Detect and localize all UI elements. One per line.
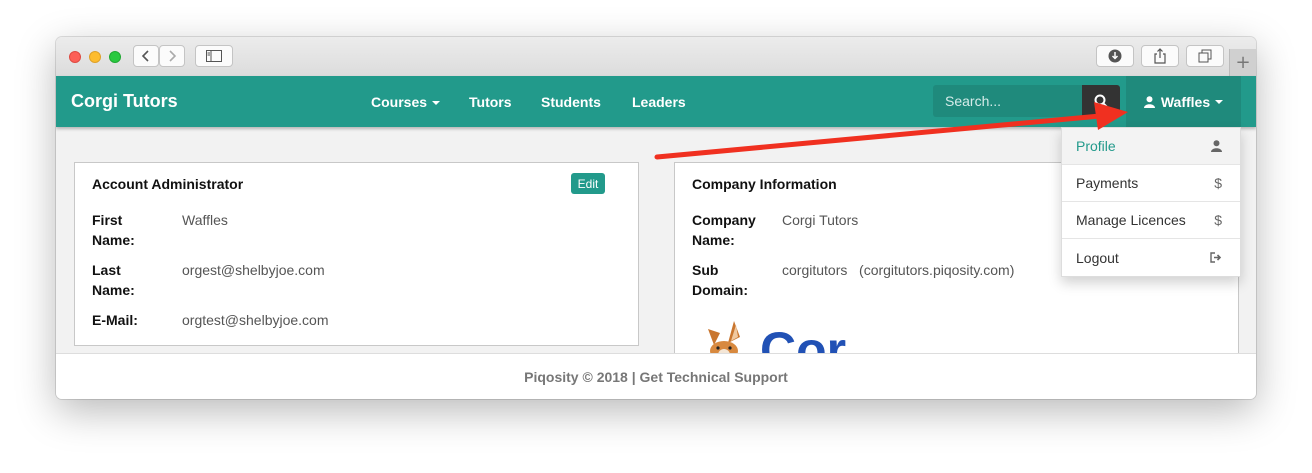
menu-item-label: Payments	[1076, 175, 1139, 191]
nav-students[interactable]: Students	[541, 94, 601, 110]
downloads-button[interactable]	[1096, 45, 1134, 67]
search-input[interactable]	[933, 85, 1083, 117]
browser-window: + Corgi Tutors Courses Tutors Students L…	[56, 37, 1256, 399]
sub-domain-label: Sub Domain:	[692, 262, 748, 298]
caret-down-icon	[432, 101, 441, 106]
chevron-right-icon	[169, 50, 177, 62]
menu-item-manage-licences[interactable]: Manage Licences $	[1062, 202, 1240, 239]
user-name: Waffles	[1160, 93, 1211, 110]
search-button[interactable]	[1082, 85, 1120, 117]
brand-logo[interactable]: Corgi Tutors	[71, 91, 178, 112]
user-menu-toggle[interactable]: Waffles	[1126, 76, 1241, 127]
tabs-overview-button[interactable]	[1186, 45, 1224, 67]
edit-button[interactable]: Edit	[571, 173, 605, 194]
footer: Piqosity © 2018 | Get Technical Support	[56, 353, 1256, 399]
search-icon	[1094, 94, 1108, 108]
share-icon	[1154, 48, 1166, 64]
last-name-label: Last Name:	[92, 262, 135, 298]
user-dropdown-menu: Profile Payments $ Manage Licences $ Log…	[1061, 127, 1241, 277]
footer-text[interactable]: Piqosity © 2018 | Get Technical Support	[524, 369, 788, 385]
tabs-icon	[1198, 49, 1212, 63]
company-panel-title: Company Information	[692, 176, 837, 192]
user-icon	[1211, 128, 1222, 164]
menu-item-label: Logout	[1076, 249, 1119, 266]
menu-item-payments[interactable]: Payments $	[1062, 165, 1240, 202]
share-button[interactable]	[1141, 45, 1179, 67]
navbar: Corgi Tutors Courses Tutors Students Lea…	[56, 76, 1256, 127]
back-button[interactable]	[133, 45, 159, 67]
dollar-icon: $	[1214, 212, 1222, 228]
sidebar-toggle-button[interactable]	[195, 45, 233, 67]
menu-item-label: Manage Licences	[1076, 212, 1186, 228]
sidebar-icon	[206, 50, 222, 62]
nav-leaders[interactable]: Leaders	[632, 94, 686, 110]
account-panel: Account Administrator Edit First Name: W…	[74, 162, 639, 346]
logo-wordmark: Cor	[760, 322, 847, 355]
nav-courses-label: Courses	[371, 94, 428, 110]
logout-icon	[1210, 239, 1222, 276]
account-panel-title: Account Administrator	[92, 176, 244, 192]
corgi-icon	[708, 321, 740, 355]
caret-down-icon	[1215, 99, 1224, 104]
user-icon	[1143, 95, 1155, 108]
chevron-left-icon	[141, 50, 149, 62]
menu-item-logout[interactable]: Logout	[1062, 239, 1240, 276]
nav-tutors[interactable]: Tutors	[469, 94, 512, 110]
close-window-button[interactable]	[69, 51, 81, 63]
company-name-label: Company Name:	[692, 212, 756, 248]
new-tab-button[interactable]: +	[1229, 49, 1256, 76]
first-name-label: First Name:	[92, 212, 135, 248]
forward-button[interactable]	[159, 45, 185, 67]
nav-courses[interactable]: Courses	[371, 94, 441, 110]
company-name-value: Corgi Tutors	[782, 212, 859, 228]
company-logo: Cor	[692, 315, 862, 355]
plus-icon: +	[1235, 52, 1251, 73]
menu-item-profile[interactable]: Profile	[1062, 128, 1240, 165]
dollar-icon: $	[1214, 175, 1222, 191]
download-icon	[1108, 49, 1122, 63]
email-value: orgtest@shelbyjoe.com	[182, 312, 329, 328]
browser-toolbar: +	[56, 37, 1256, 77]
first-name-value: Waffles	[182, 212, 228, 228]
zoom-window-button[interactable]	[109, 51, 121, 63]
minimize-window-button[interactable]	[89, 51, 101, 63]
menu-item-label: Profile	[1076, 138, 1116, 154]
sub-domain-value: corgitutors (corgitutors.piqosity.com)	[782, 262, 1015, 278]
last-name-value: orgest@shelbyjoe.com	[182, 262, 325, 278]
email-label: E-Mail:	[92, 312, 138, 328]
